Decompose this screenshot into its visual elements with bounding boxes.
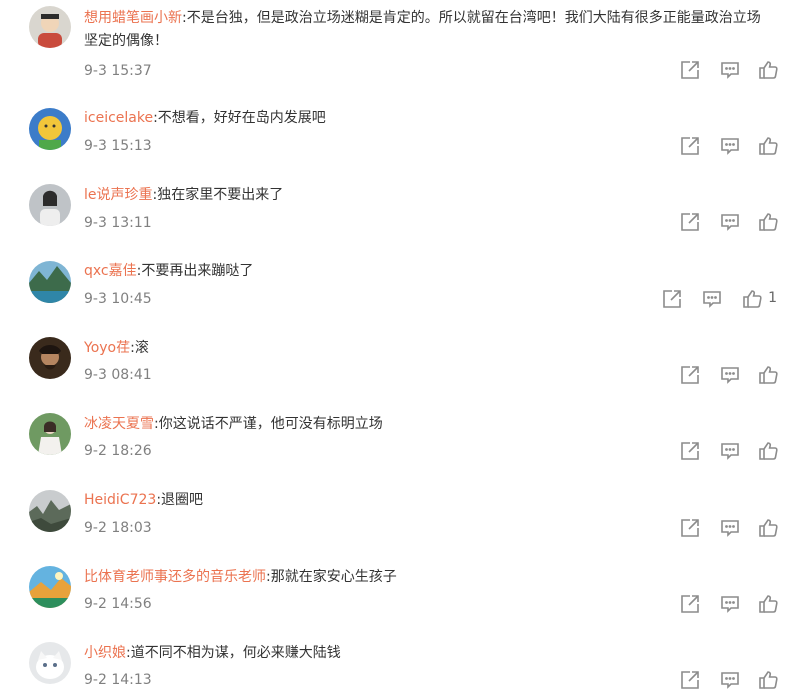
avatar[interactable] xyxy=(29,184,71,226)
share-icon[interactable] xyxy=(679,59,701,81)
avatar[interactable] xyxy=(29,337,71,379)
like-icon[interactable] xyxy=(757,440,779,462)
comment-body: :不是台独，但是政治立场迷糊是肯定的。所以就留在台湾吧！我们大陆有很多正能量政治… xyxy=(84,10,761,49)
share-icon[interactable] xyxy=(679,135,701,157)
comment-body: :不想看，好好在岛内发展吧 xyxy=(153,110,326,126)
comment-icon[interactable] xyxy=(719,517,741,539)
username-link[interactable]: qxc嘉佳 xyxy=(84,263,137,279)
comment-time: 9-3 10:45 xyxy=(84,291,152,307)
avatar[interactable] xyxy=(29,6,71,48)
comment-time: 9-2 14:13 xyxy=(84,672,152,688)
username-link[interactable]: iceicelake xyxy=(84,110,153,126)
comment-time: 9-3 08:41 xyxy=(84,367,152,383)
username-link[interactable]: 小织娘 xyxy=(84,645,126,661)
comment-icon[interactable] xyxy=(701,288,723,310)
like-icon[interactable] xyxy=(757,59,779,81)
avatar[interactable] xyxy=(29,566,71,608)
like-icon[interactable] xyxy=(757,593,779,615)
username-link[interactable]: Yoyo荏 xyxy=(84,340,130,356)
avatar[interactable] xyxy=(29,413,71,455)
username-link[interactable]: HeidiC723 xyxy=(84,492,156,508)
comment-text: Yoyo荏:滚 xyxy=(84,337,774,360)
comment-icon[interactable] xyxy=(719,211,741,233)
comment-icon[interactable] xyxy=(719,593,741,615)
comment-text: iceicelake:不想看，好好在岛内发展吧 xyxy=(84,107,774,130)
avatar[interactable] xyxy=(29,642,71,684)
username-link[interactable]: 冰凌天夏雪 xyxy=(84,416,154,432)
share-icon[interactable] xyxy=(679,669,701,691)
share-icon[interactable] xyxy=(679,593,701,615)
like-icon[interactable] xyxy=(757,669,779,691)
like-icon[interactable] xyxy=(757,135,779,157)
comment-body: :退圈吧 xyxy=(156,492,204,508)
comment-text: 比体育老师事还多的音乐老师:那就在家安心生孩子 xyxy=(84,566,774,589)
comment-time: 9-2 14:56 xyxy=(84,596,152,612)
comment-body: :道不同不相为谋，何必来赚大陆钱 xyxy=(126,645,341,661)
comment-body: :那就在家安心生孩子 xyxy=(266,569,397,585)
comment-icon[interactable] xyxy=(719,364,741,386)
comment-time: 9-3 15:13 xyxy=(84,138,152,154)
avatar[interactable] xyxy=(29,261,71,303)
share-icon[interactable] xyxy=(679,517,701,539)
like-icon[interactable] xyxy=(757,517,779,539)
comment-body: :你这说话不严谨，他可没有标明立场 xyxy=(154,416,383,432)
comment-icon[interactable] xyxy=(719,135,741,157)
comment-time: 9-3 15:37 xyxy=(84,63,152,79)
username-link[interactable]: 想用蜡笔画小新 xyxy=(84,10,182,26)
like-count: 1 xyxy=(768,290,777,306)
comment-body: :独在家里不要出来了 xyxy=(152,187,284,203)
comment-icon[interactable] xyxy=(719,59,741,81)
username-link[interactable]: le说声珍重 xyxy=(84,187,153,203)
share-icon[interactable] xyxy=(679,364,701,386)
comment-icon[interactable] xyxy=(719,669,741,691)
comment-text: 想用蜡笔画小新:不是台独，但是政治立场迷糊是肯定的。所以就留在台湾吧！我们大陆有… xyxy=(84,7,774,53)
share-icon[interactable] xyxy=(679,440,701,462)
comment-time: 9-3 13:11 xyxy=(84,215,152,231)
avatar[interactable] xyxy=(29,108,71,150)
share-icon[interactable] xyxy=(661,288,683,310)
like-icon[interactable] xyxy=(757,364,779,386)
comment-text: 冰凌天夏雪:你这说话不严谨，他可没有标明立场 xyxy=(84,413,774,436)
comment-body: :滚 xyxy=(130,340,149,356)
comment-time: 9-2 18:03 xyxy=(84,520,152,536)
comment-body: :不要再出来蹦哒了 xyxy=(136,263,254,279)
comment-text: 小织娘:道不同不相为谋，何必来赚大陆钱 xyxy=(84,642,774,665)
comment-text: le说声珍重:独在家里不要出来了 xyxy=(84,184,774,207)
share-icon[interactable] xyxy=(679,211,701,233)
like-icon[interactable] xyxy=(741,288,763,310)
username-link[interactable]: 比体育老师事还多的音乐老师 xyxy=(84,569,266,585)
comment-icon[interactable] xyxy=(719,440,741,462)
comment-text: qxc嘉佳:不要再出来蹦哒了 xyxy=(84,260,774,283)
comment-text: HeidiC723:退圈吧 xyxy=(84,489,774,512)
like-icon[interactable] xyxy=(757,211,779,233)
avatar[interactable] xyxy=(29,490,71,532)
comment-time: 9-2 18:26 xyxy=(84,443,152,459)
